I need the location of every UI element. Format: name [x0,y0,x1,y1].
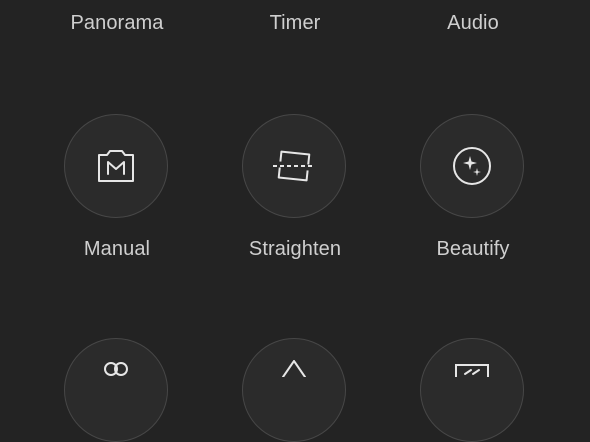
rewind-icon [450,357,494,377]
straighten-icon [271,146,317,186]
triangle-icon [272,357,316,377]
manual-mode-button[interactable] [64,114,168,218]
group-mode-button[interactable] [64,338,168,442]
mode-label-beautify[interactable]: Beautify [384,238,562,261]
group-icon [94,357,138,377]
rewind-mode-button[interactable] [420,338,524,442]
beautify-mode-button[interactable] [420,114,524,218]
mode-label-panorama[interactable]: Panorama [28,12,206,35]
triangle-mode-button[interactable] [242,338,346,442]
beautify-icon [451,145,493,187]
manual-icon [96,148,136,184]
mode-label-straighten[interactable]: Straighten [206,238,384,261]
straighten-mode-button[interactable] [242,114,346,218]
mode-label-manual[interactable]: Manual [28,238,206,261]
mode-label-timer[interactable]: Timer [206,12,384,35]
mode-label-audio[interactable]: Audio [384,12,562,35]
